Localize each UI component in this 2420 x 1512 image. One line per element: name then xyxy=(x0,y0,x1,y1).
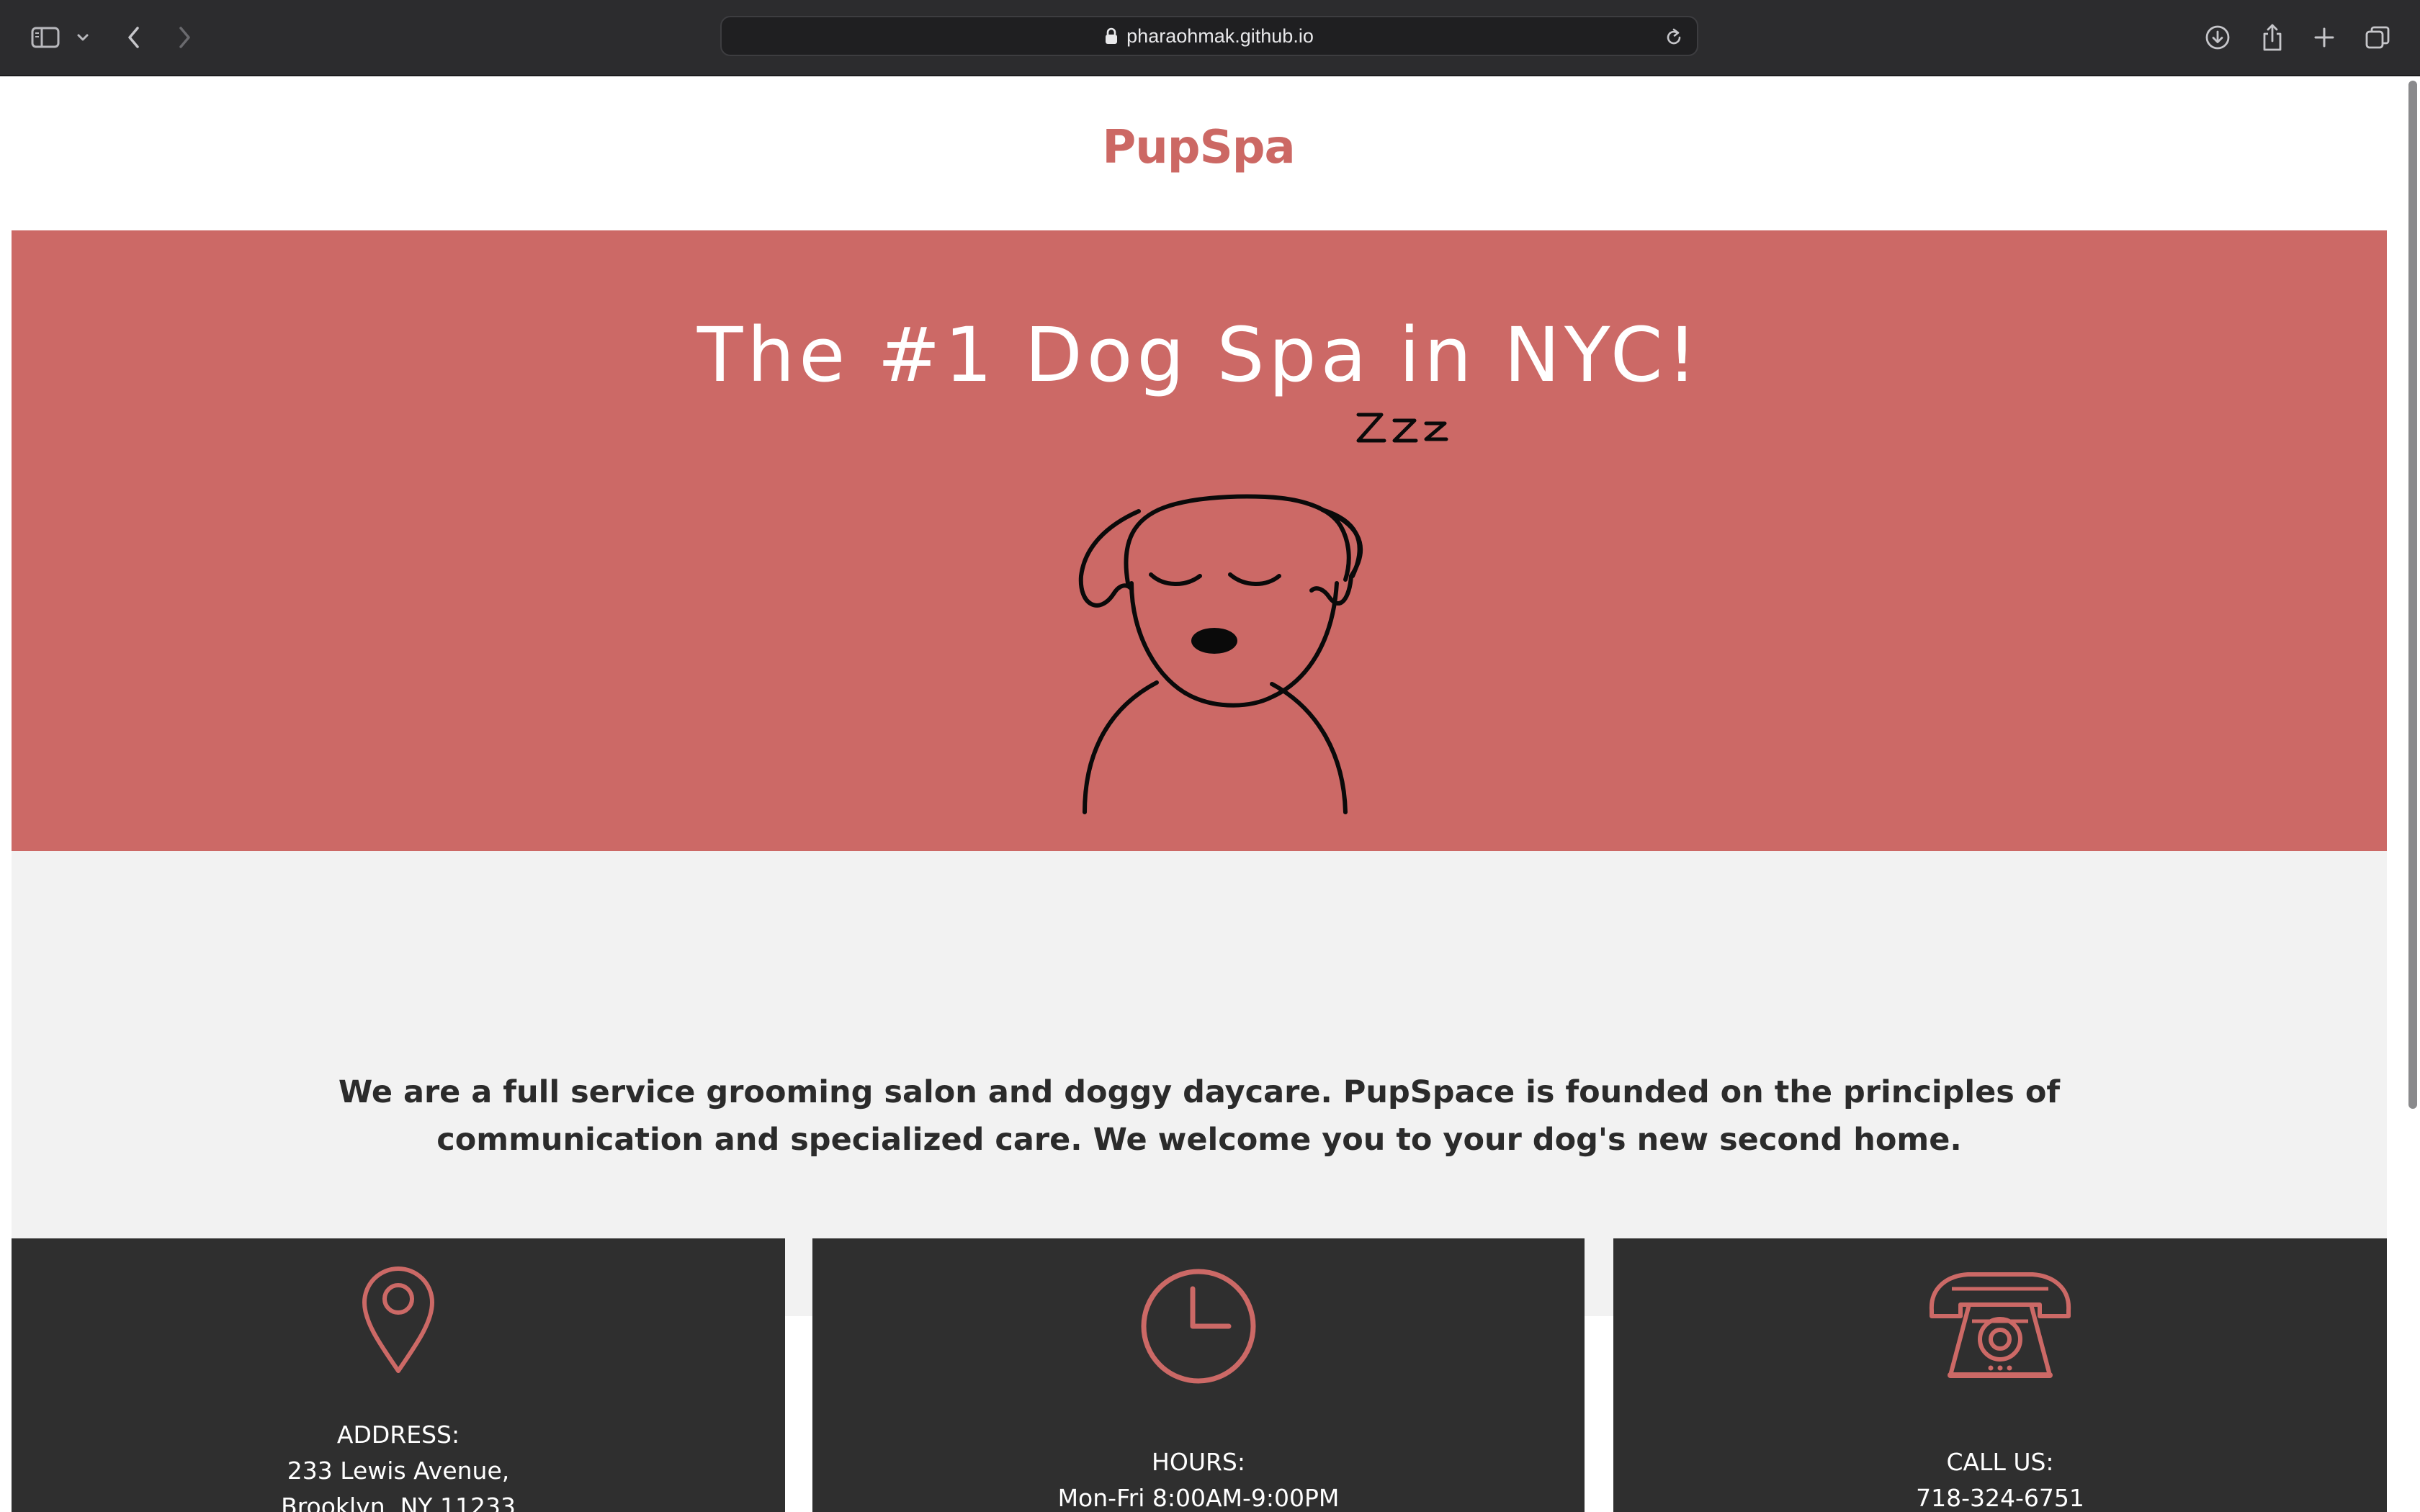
address-url: pharaohmak.github.io xyxy=(1126,24,1314,47)
map-pin-icon xyxy=(12,1263,785,1378)
chevron-left-icon xyxy=(125,24,143,50)
sidebar-icon xyxy=(31,27,60,48)
plus-icon xyxy=(2313,27,2335,48)
site-logo[interactable]: PupSpa xyxy=(0,121,2397,174)
snore-zzz xyxy=(1354,400,1455,454)
hero-title: The #1 Dog Spa in NYC! xyxy=(696,311,1702,399)
address-label: ADDRESS: xyxy=(336,1421,460,1449)
hero-banner: The #1 Dog Spa in NYC! xyxy=(12,230,2387,851)
lock-icon xyxy=(1105,27,1118,45)
hours-label: HOURS: xyxy=(1152,1448,1245,1476)
downloads-button[interactable] xyxy=(2200,19,2236,56)
new-tab-button[interactable] xyxy=(2308,19,2341,56)
clock-icon xyxy=(812,1267,1585,1385)
hours-line-1: Mon-Fri 8:00AM-9:00PM xyxy=(1057,1484,1340,1512)
browser-toolbar: pharaohmak.github.io xyxy=(0,0,2420,76)
tab-overview-button[interactable] xyxy=(2361,19,2394,56)
address-line-2: Brooklyn, NY 11233 xyxy=(281,1493,516,1512)
address-card: ADDRESS: 233 Lewis Avenue, Brooklyn, NY … xyxy=(12,1238,785,1512)
back-button[interactable] xyxy=(120,19,148,56)
address-bar[interactable]: pharaohmak.github.io xyxy=(720,16,1698,56)
tabs-overview-icon xyxy=(2365,24,2390,50)
call-us-card: CALL US: 718-324-6751 xyxy=(1613,1238,2387,1512)
forward-button[interactable] xyxy=(170,19,199,56)
about-text: We are a full service grooming salon and… xyxy=(338,1074,2061,1158)
share-icon xyxy=(2261,23,2284,52)
sleeping-dog-illustration xyxy=(1063,468,1466,845)
scrollbar-thumb[interactable] xyxy=(2408,81,2417,1109)
tab-group-menu-button[interactable] xyxy=(72,19,94,56)
hours-card: HOURS: Mon-Fri 8:00AM-9:00PM xyxy=(812,1238,1585,1512)
reload-icon[interactable] xyxy=(1664,27,1684,50)
share-button[interactable] xyxy=(2254,19,2290,56)
chevron-down-icon xyxy=(76,33,89,42)
download-icon xyxy=(2205,24,2231,50)
web-page: PupSpa The #1 Dog Spa in NYC! We are a f… xyxy=(0,76,2406,1512)
chevron-right-icon xyxy=(176,24,193,50)
address-line-1: 233 Lewis Avenue, xyxy=(287,1457,510,1485)
call-us-label: CALL US: xyxy=(1946,1448,2054,1476)
telephone-icon xyxy=(1613,1267,2387,1387)
phone-number[interactable]: 718-324-6751 xyxy=(1613,1480,2387,1512)
sidebar-toggle-button[interactable] xyxy=(27,19,63,56)
